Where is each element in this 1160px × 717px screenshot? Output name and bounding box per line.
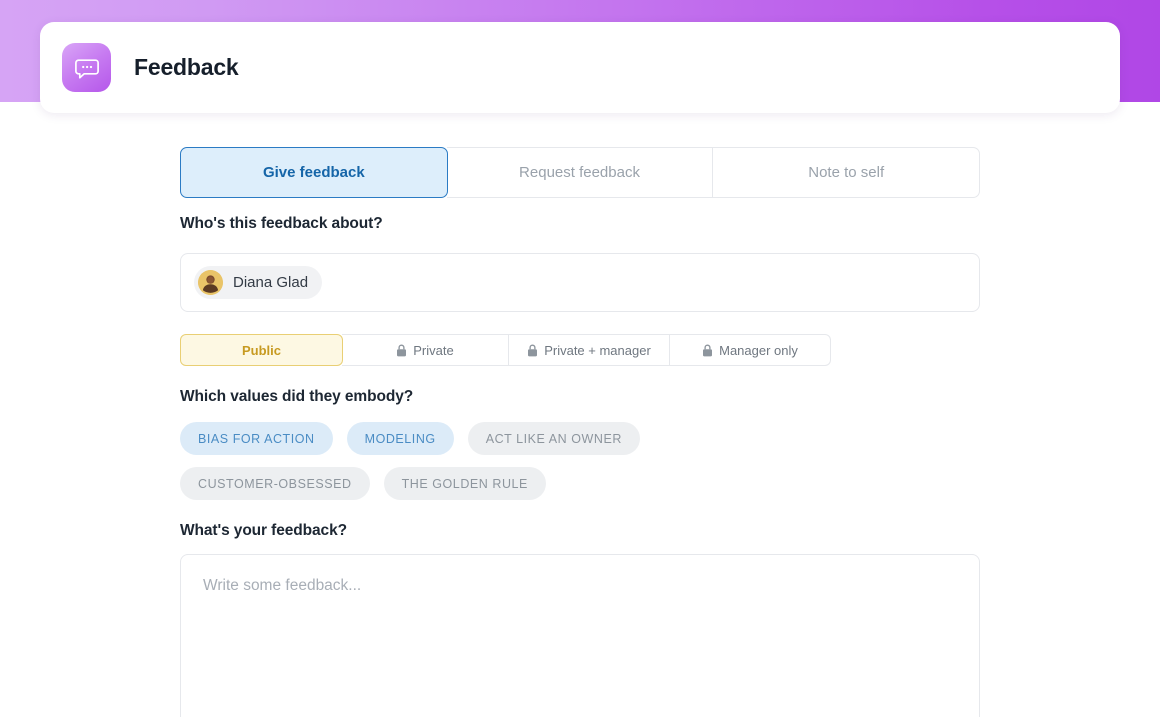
tab-note-to-self[interactable]: Note to self xyxy=(713,147,980,198)
privacy-option-manager-only-label: Manager only xyxy=(719,343,798,358)
recipient-picker[interactable]: Diana Glad xyxy=(180,253,980,312)
feedback-section-label: What's your feedback? xyxy=(180,522,980,540)
lock-icon xyxy=(396,344,407,357)
feedback-form: Give feedback Request feedback Note to s… xyxy=(180,147,980,717)
value-tag-bias-for-action[interactable]: BIAS FOR ACTION xyxy=(180,422,333,455)
privacy-option-private-manager[interactable]: Private + manager xyxy=(509,334,670,366)
value-tag-modeling[interactable]: MODELING xyxy=(347,422,454,455)
privacy-option-public[interactable]: Public xyxy=(180,334,343,366)
privacy-selector: Public Private Private + manager xyxy=(180,334,832,366)
value-tag-row: BIAS FOR ACTION MODELING ACT LIKE AN OWN… xyxy=(180,422,980,455)
privacy-option-private-manager-label: Private + manager xyxy=(544,343,651,358)
speech-bubble-icon xyxy=(62,43,111,92)
app-header-card: Feedback xyxy=(40,22,1120,113)
lock-icon xyxy=(527,344,538,357)
privacy-option-public-label: Public xyxy=(242,343,281,358)
tab-give-feedback[interactable]: Give feedback xyxy=(180,147,448,198)
value-tag-row: CUSTOMER-OBSESSED THE GOLDEN RULE xyxy=(180,467,980,500)
value-tag-the-golden-rule[interactable]: THE GOLDEN RULE xyxy=(384,467,546,500)
privacy-option-manager-only[interactable]: Manager only xyxy=(670,334,831,366)
value-tag-customer-obsessed[interactable]: CUSTOMER-OBSESSED xyxy=(180,467,370,500)
lock-icon xyxy=(702,344,713,357)
mode-tabs: Give feedback Request feedback Note to s… xyxy=(180,147,980,198)
privacy-option-private-label: Private xyxy=(413,343,453,358)
selected-person-chip[interactable]: Diana Glad xyxy=(194,266,322,299)
selected-person-name: Diana Glad xyxy=(233,274,308,291)
feedback-input[interactable] xyxy=(180,554,980,717)
avatar xyxy=(198,270,223,295)
privacy-option-private[interactable]: Private xyxy=(342,334,509,366)
value-tag-list: BIAS FOR ACTION MODELING ACT LIKE AN OWN… xyxy=(180,422,980,500)
value-tag-act-like-an-owner[interactable]: ACT LIKE AN OWNER xyxy=(468,422,640,455)
tab-request-feedback[interactable]: Request feedback xyxy=(447,147,714,198)
values-section-label: Which values did they embody? xyxy=(180,388,980,406)
page-title: Feedback xyxy=(134,54,239,81)
recipient-section-label: Who's this feedback about? xyxy=(180,215,980,233)
